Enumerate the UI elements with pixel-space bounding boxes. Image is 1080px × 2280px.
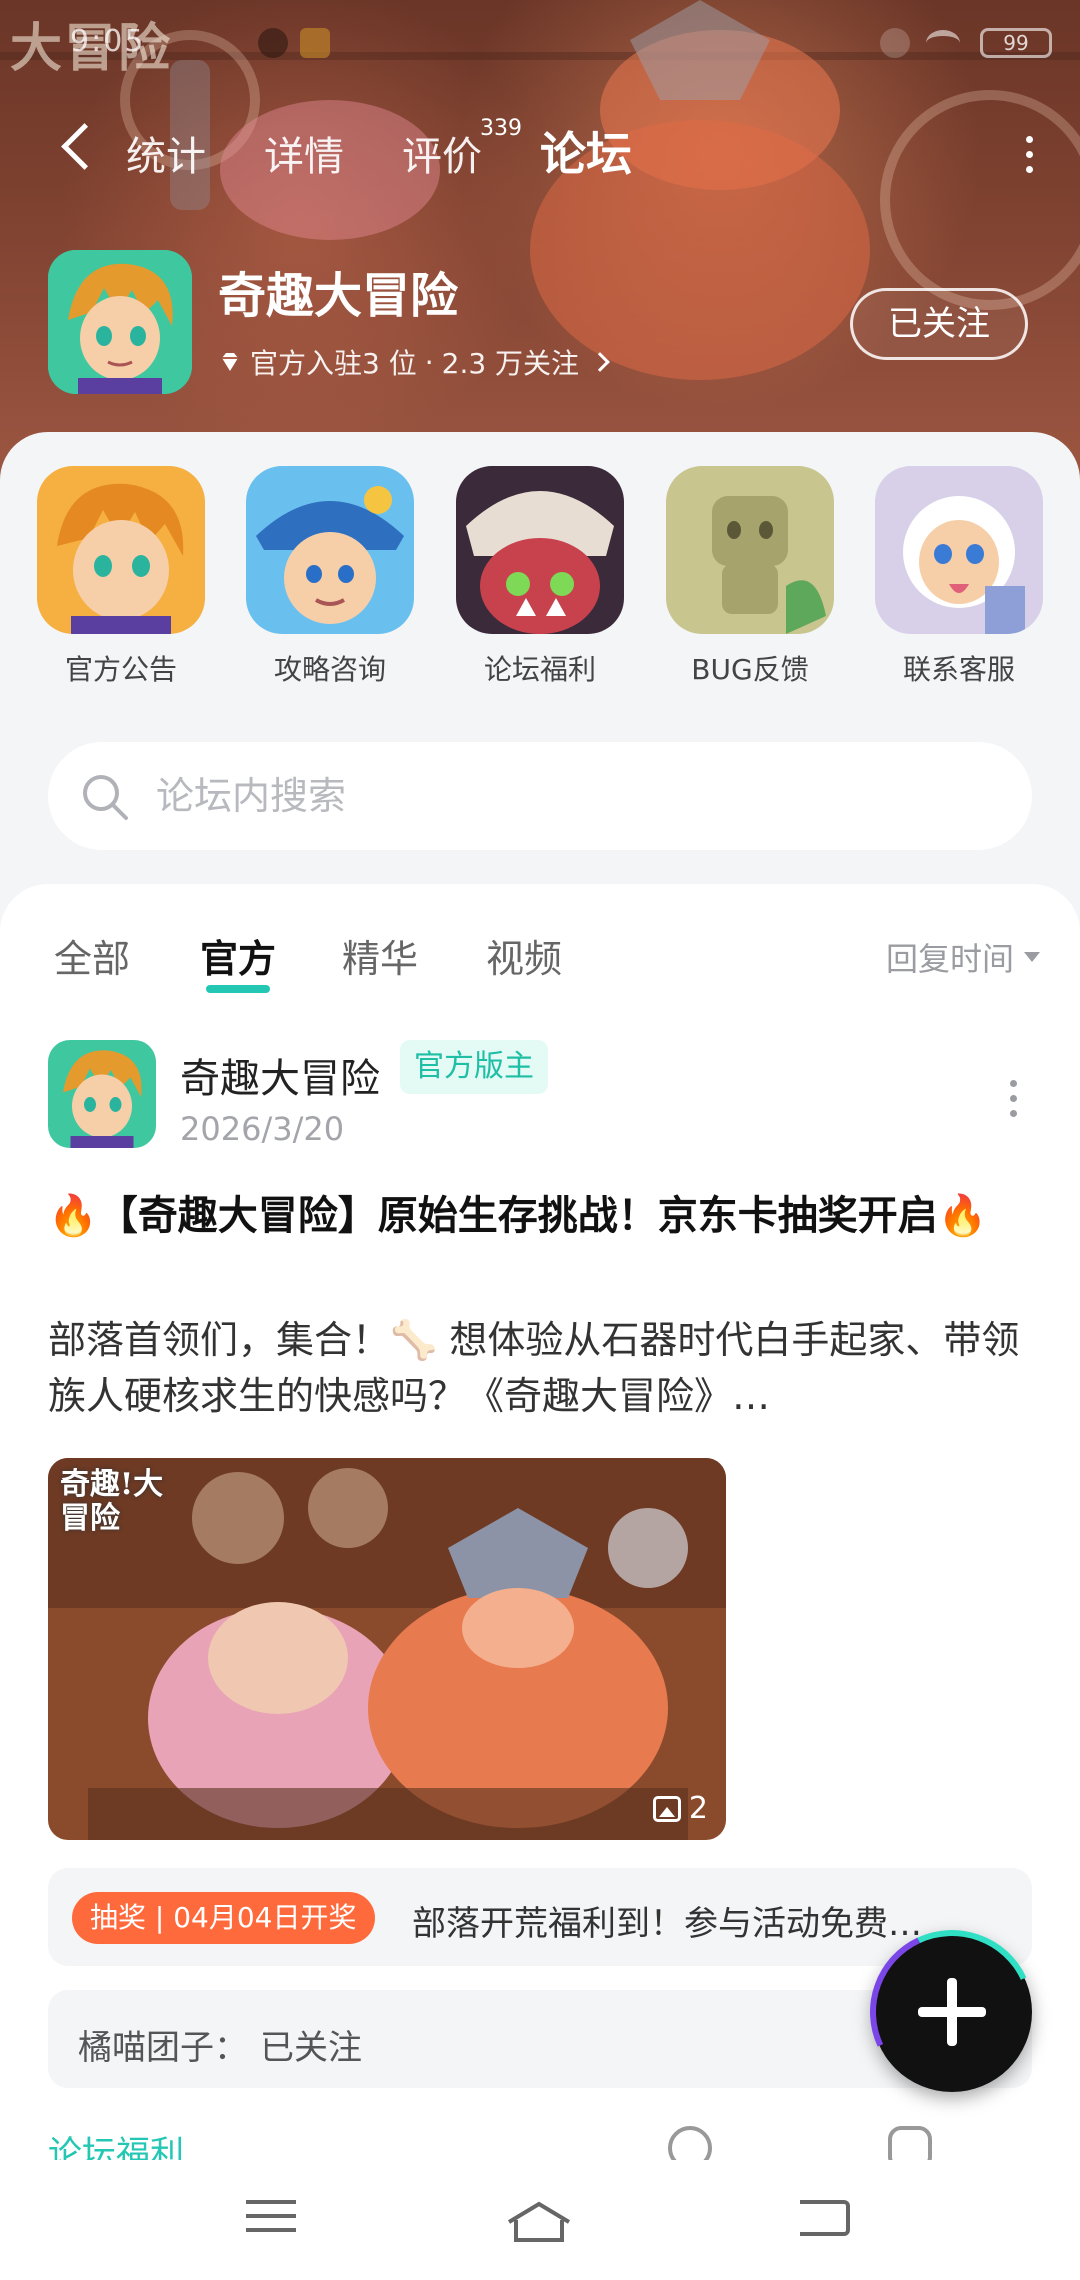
notification-icon xyxy=(258,28,288,58)
announcement-icon xyxy=(37,466,205,634)
quick-link-guide[interactable]: 攻略咨询 xyxy=(245,466,415,688)
filter-official[interactable]: 官方 xyxy=(200,928,276,993)
post-filter-tabs: 全部 官方 精华 视频 回复时间 xyxy=(0,920,1080,1000)
filter-active-underline xyxy=(206,985,271,993)
quick-link-welfare[interactable]: 论坛福利 xyxy=(455,466,625,688)
review-count-badge: 339 xyxy=(480,116,522,141)
sort-dropdown[interactable]: 回复时间 xyxy=(886,934,1040,980)
follower-count: 2.3 万关注 xyxy=(441,347,580,380)
game-app-icon[interactable] xyxy=(48,250,192,394)
guide-icon xyxy=(246,466,414,634)
follow-button[interactable]: 已关注 xyxy=(850,288,1028,360)
game-title: 奇趣大冒险 xyxy=(218,268,459,324)
post-more-icon[interactable] xyxy=(1010,1080,1018,1120)
lottery-banner[interactable]: 抽奖 | 04月04日开奖 部落开荒福利到！参与活动免费… xyxy=(48,1868,1032,1966)
meta-separator: · xyxy=(424,345,434,379)
game-info: 奇趣大冒险 官方入驻3 位 · 2.3 万关注 已关注 xyxy=(48,250,1038,400)
menu-icon[interactable] xyxy=(246,2190,306,2250)
post-image[interactable]: 奇趣!大冒险 2 xyxy=(48,1458,726,1840)
forum-quick-links: 官方公告 攻略咨询 论坛福利 BUG反馈 联系客服 xyxy=(0,466,1080,696)
more-options-icon[interactable] xyxy=(1026,136,1034,176)
post-title[interactable]: 🔥【奇趣大冒险】原始生存挑战！京东卡抽奖开启🔥 xyxy=(48,1188,1032,1244)
home-icon[interactable] xyxy=(506,2190,571,2250)
image-logo: 奇趣!大冒险 xyxy=(60,1467,164,1536)
gallery-icon xyxy=(652,1795,681,1822)
quick-link-customer-service[interactable]: 联系客服 xyxy=(874,466,1044,688)
game-header-banner: 大冒险 9:05 99 统计 详情 评价 339 论坛 奇趣大冒险 官方入驻3 … xyxy=(0,0,1080,480)
detail-tab-bar: 统计 详情 评价 339 论坛 xyxy=(0,110,1080,190)
welfare-icon xyxy=(456,466,624,634)
quick-link-label: 论坛福利 xyxy=(483,653,596,686)
tab-forum[interactable]: 论坛 xyxy=(540,118,632,184)
customer-service-icon xyxy=(875,466,1043,634)
tab-details[interactable]: 详情 xyxy=(264,124,344,182)
image-count: 2 xyxy=(652,1791,708,1826)
filter-video[interactable]: 视频 xyxy=(486,928,562,983)
lottery-tag: 抽奖 | 04月04日开奖 xyxy=(72,1892,375,1944)
sort-label: 回复时间 xyxy=(885,940,1014,978)
app-notification-icon xyxy=(300,28,330,58)
back-nav-icon[interactable] xyxy=(800,2190,860,2250)
mute-icon xyxy=(880,28,910,58)
status-time: 9:05 xyxy=(70,24,146,59)
lottery-text: 部落开荒福利到！参与活动免费… xyxy=(412,1904,922,1944)
battery-icon: 99 xyxy=(980,28,1052,58)
tab-stats[interactable]: 统计 xyxy=(126,124,206,182)
post-date: 2026/3/20 xyxy=(180,1110,345,1148)
chevron-right-icon xyxy=(590,352,610,372)
comment-text: 已关注 xyxy=(260,2028,362,2068)
quick-link-bug-report[interactable]: BUG反馈 xyxy=(665,466,835,688)
filter-all[interactable]: 全部 xyxy=(54,928,130,983)
official-count: 官方入驻3 位 xyxy=(250,347,417,380)
system-nav-bar xyxy=(0,2160,1080,2280)
search-input[interactable] xyxy=(156,742,976,850)
wifi-icon xyxy=(926,30,960,56)
status-bar: 大冒险 9:05 99 xyxy=(0,14,1080,79)
quick-link-announcement[interactable]: 官方公告 xyxy=(36,466,206,688)
create-post-button[interactable] xyxy=(872,1932,1032,2092)
quick-link-label: 攻略咨询 xyxy=(273,653,386,686)
back-button[interactable] xyxy=(56,126,96,166)
tab-reviews[interactable]: 评价 xyxy=(402,124,482,182)
author-avatar[interactable] xyxy=(48,1040,156,1148)
author-name[interactable]: 奇趣大冒险 xyxy=(180,1046,380,1104)
game-meta[interactable]: 官方入驻3 位 · 2.3 万关注 xyxy=(218,342,610,382)
post-excerpt[interactable]: 部落首领们，集合！🦴 想体验从石器时代白手起家、带领族人硬核求生的快感吗？《奇趣… xyxy=(48,1312,1032,1424)
quick-link-label: BUG反馈 xyxy=(691,653,809,686)
diamond-icon xyxy=(222,353,238,371)
search-icon xyxy=(83,775,128,820)
comment-author: 橘喵团子： xyxy=(78,2028,248,2068)
filter-featured[interactable]: 精华 xyxy=(342,928,418,983)
bug-report-icon xyxy=(666,466,834,634)
forum-search-box[interactable] xyxy=(48,742,1032,850)
quick-link-label: 联系客服 xyxy=(902,653,1015,686)
quick-link-label: 官方公告 xyxy=(64,653,177,686)
moderator-badge: 官方版主 xyxy=(400,1040,548,1094)
caret-down-icon xyxy=(1024,952,1040,962)
